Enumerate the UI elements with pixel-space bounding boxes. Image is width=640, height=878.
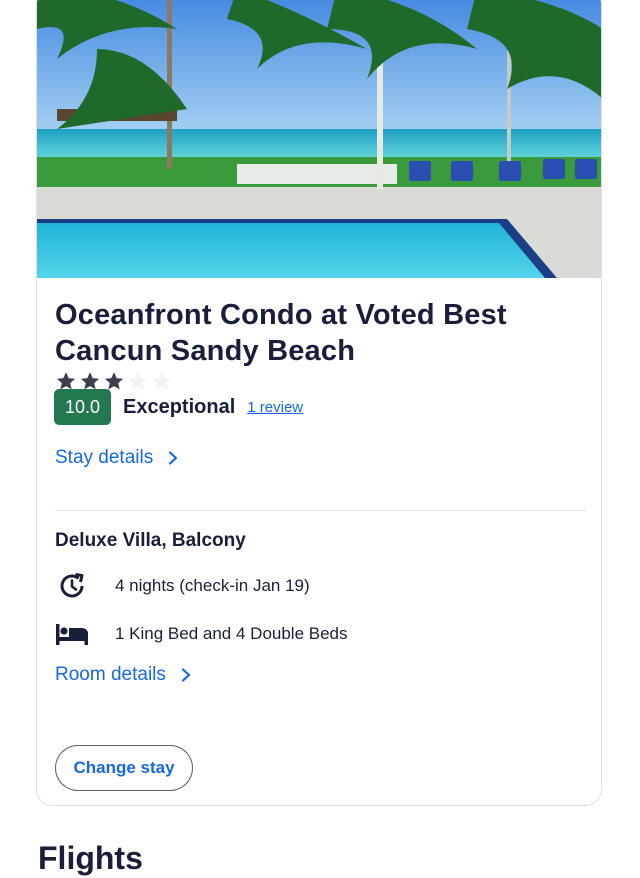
stay-card: Oceanfront Condo at Voted Best Cancun Sa… <box>36 0 602 806</box>
beds-row: 1 King Bed and 4 Double Beds <box>55 619 348 649</box>
room-details-link[interactable]: Room details <box>55 664 192 686</box>
beds-text: 1 King Bed and 4 Double Beds <box>115 624 348 643</box>
divider <box>55 510 586 511</box>
room-details-label: Room details <box>55 664 166 685</box>
room-name: Deluxe Villa, Balcony <box>55 530 246 551</box>
property-title: Oceanfront Condo at Voted Best Cancun Sa… <box>55 299 507 367</box>
reviews-link[interactable]: 1 review <box>247 399 303 416</box>
score-badge: 10.0 <box>54 389 111 425</box>
bed-icon <box>55 619 89 649</box>
nights-row: 4 nights (check-in Jan 19) <box>55 571 310 601</box>
rating-label: Exceptional <box>123 395 236 418</box>
stay-details-label: Stay details <box>55 447 154 468</box>
history-clock-icon <box>55 571 89 601</box>
chevron-right-icon <box>169 451 178 465</box>
hotel-photo <box>37 0 601 278</box>
nights-text: 4 nights (check-in Jan 19) <box>115 576 310 595</box>
guest-rating: 10.0 Exceptional 1 review <box>54 389 303 425</box>
stay-details-link[interactable]: Stay details <box>55 447 179 469</box>
chevron-right-icon <box>181 668 190 682</box>
change-stay-button[interactable]: Change stay <box>55 745 193 791</box>
section-heading: Flights <box>38 840 143 876</box>
